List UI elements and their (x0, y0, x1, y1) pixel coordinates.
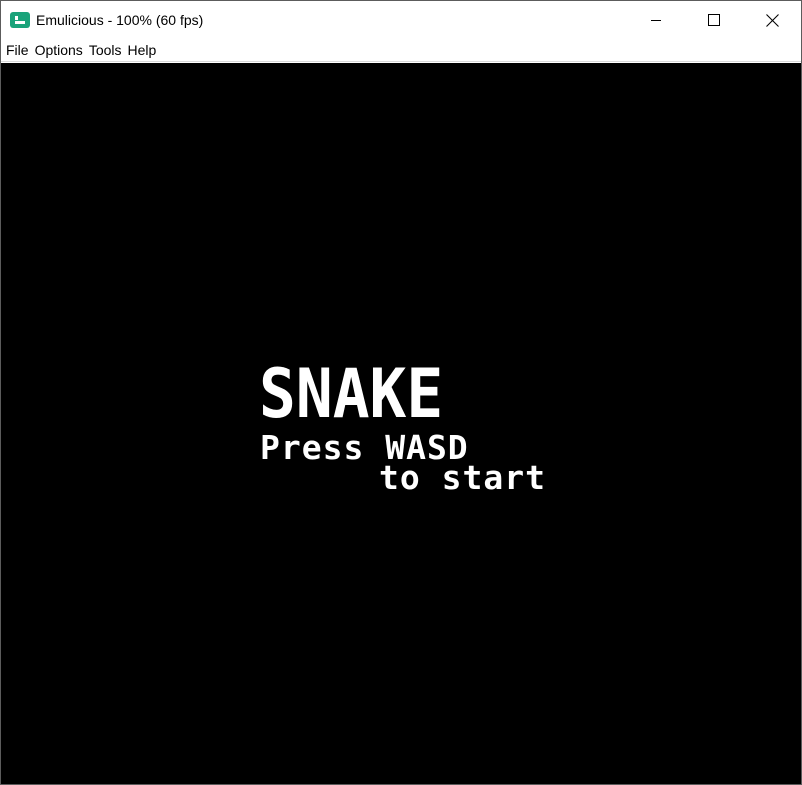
start-prompt-line-2: to start (379, 458, 546, 497)
game-title: SNAKE (259, 355, 444, 434)
menu-tools[interactable]: Tools (86, 39, 125, 61)
close-button[interactable] (743, 1, 801, 39)
title-bar[interactable]: Emulicious - 100% (60 fps) (1, 1, 801, 39)
emulator-window: Emulicious - 100% (60 fps) File Options … (0, 0, 802, 785)
menu-options[interactable]: Options (32, 39, 86, 61)
maximize-button[interactable] (685, 1, 743, 39)
window-controls (627, 1, 801, 39)
menu-file[interactable]: File (3, 39, 32, 61)
menu-help[interactable]: Help (125, 39, 160, 61)
menu-bar: File Options Tools Help (1, 39, 801, 62)
game-screen[interactable]: SNAKE Press WASD to start (1, 63, 801, 784)
window-title: Emulicious - 100% (60 fps) (36, 12, 204, 28)
minimize-icon (651, 20, 661, 21)
close-icon (765, 13, 779, 27)
maximize-icon (708, 14, 720, 26)
emulicious-icon (10, 12, 30, 28)
minimize-button[interactable] (627, 1, 685, 39)
